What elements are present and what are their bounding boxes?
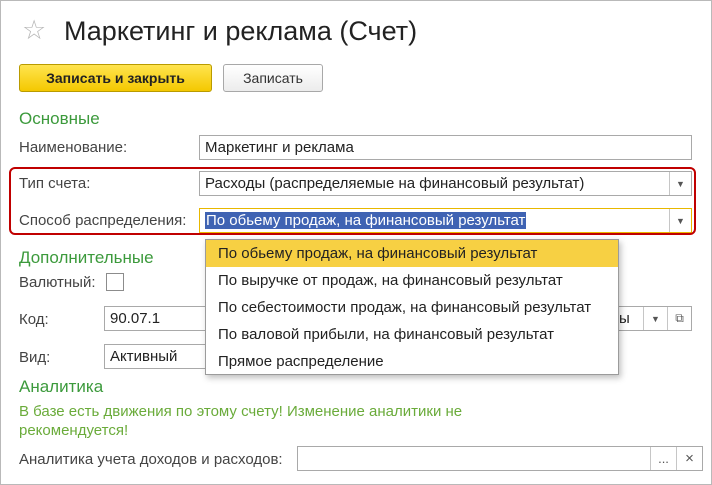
- section-main-heading: Основные: [19, 109, 100, 128]
- name-field[interactable]: Маркетинг и реклама: [199, 135, 692, 160]
- dropdown-option[interactable]: По обьему продаж, на финансовый результа…: [206, 240, 618, 267]
- section-analytics-heading: Аналитика: [19, 377, 104, 396]
- name-value: Маркетинг и реклама: [205, 139, 354, 156]
- code-label: Код:: [19, 311, 49, 328]
- highlight-frame: [9, 167, 696, 235]
- star-icon[interactable]: ☆: [22, 15, 48, 45]
- analytics-warning: В базе есть движения по этому счету! Изм…: [19, 402, 499, 440]
- dropdown-option[interactable]: По себестоимости продаж, на финансовый р…: [206, 294, 618, 321]
- open-form-icon[interactable]: ⧉: [667, 307, 691, 330]
- code-field[interactable]: 90.07.1: [104, 306, 214, 331]
- chevron-down-icon[interactable]: ▼: [643, 307, 667, 330]
- dropdown-option[interactable]: Прямое распределение: [206, 348, 618, 375]
- analytics-label: Аналитика учета доходов и расходов:: [19, 451, 283, 468]
- kind-label: Вид:: [19, 349, 51, 366]
- save-button[interactable]: Записать: [223, 64, 323, 92]
- save-and-close-button[interactable]: Записать и закрыть: [19, 64, 212, 92]
- dropdown-option[interactable]: По выручке от продаж, на финансовый резу…: [206, 267, 618, 294]
- analytics-field[interactable]: ... ×: [297, 446, 703, 471]
- name-label: Наименование:: [19, 139, 128, 156]
- code-value: 90.07.1: [110, 310, 161, 327]
- kind-value: Активный: [110, 348, 178, 365]
- clear-icon[interactable]: ×: [676, 447, 702, 470]
- choose-button[interactable]: ...: [650, 447, 676, 470]
- page-title: Маркетинг и реклама (Счет): [64, 16, 418, 46]
- section-extra-heading: Дополнительные: [19, 248, 154, 267]
- currency-checkbox[interactable]: [106, 273, 124, 291]
- warning-line: В базе есть движения по этому счету! Изм…: [19, 403, 463, 420]
- distribution-dropdown-list: По обьему продаж, на финансовый результа…: [205, 239, 619, 375]
- kind-select[interactable]: Активный: [104, 344, 214, 369]
- dropdown-option[interactable]: По валовой прибыли, на финансовый резуль…: [206, 321, 618, 348]
- warning-line: рекомендуется!: [19, 422, 129, 439]
- currency-label: Валютный:: [19, 274, 96, 291]
